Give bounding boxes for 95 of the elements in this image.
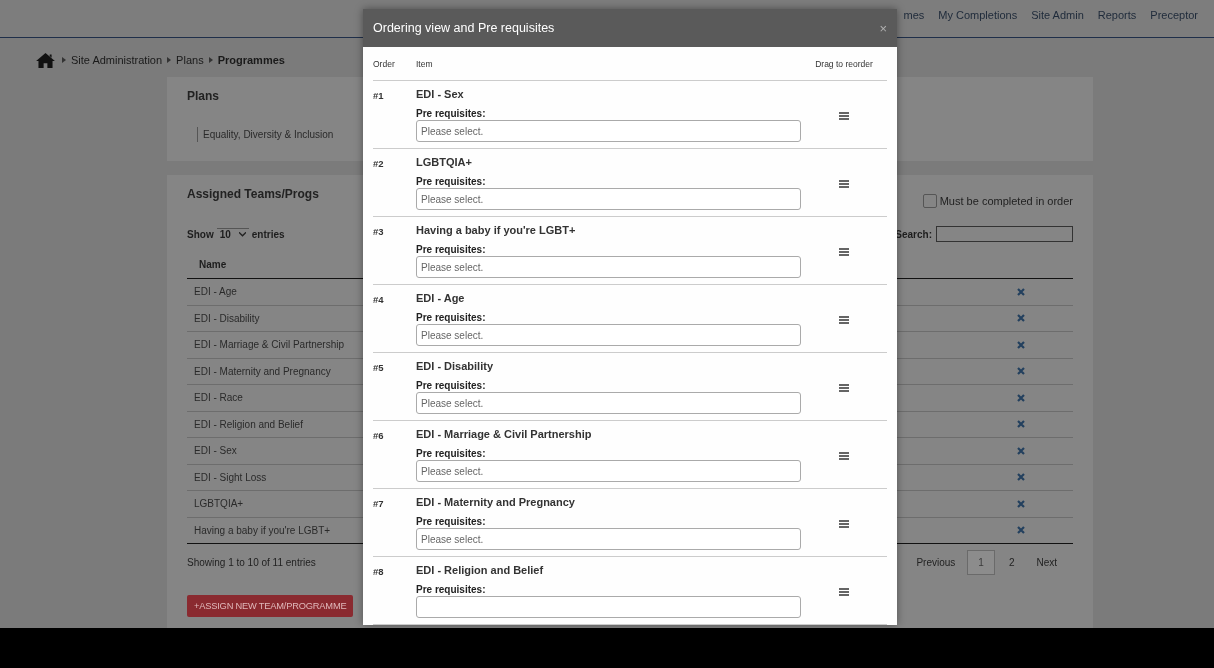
- drag-handle-icon[interactable]: [839, 384, 849, 392]
- prerequisites-field[interactable]: Please select.: [416, 256, 801, 278]
- column-header: Item: [416, 58, 434, 69]
- table-cell-text: EDI - Sight Loss: [193, 471, 267, 483]
- breadcrumb-link[interactable]: Plans: [176, 54, 204, 66]
- drag-handle-icon[interactable]: [839, 180, 849, 188]
- card-title: Assigned Teams/Progs: [187, 187, 319, 201]
- checkbox-label: Must be completed in order: [939, 195, 1073, 207]
- delete-icon[interactable]: [1017, 367, 1025, 376]
- delete-icon[interactable]: [1017, 499, 1025, 508]
- item-title: EDI - Marriage & Civil Partnership: [416, 428, 592, 440]
- page-button[interactable]: 2: [998, 551, 1025, 574]
- field-label: Pre requisites:: [416, 516, 486, 527]
- prerequisites-field[interactable]: Please select.: [416, 120, 801, 142]
- prerequisites-field[interactable]: Please select.: [416, 460, 801, 482]
- item-title: EDI - Age: [416, 292, 465, 304]
- delete-icon[interactable]: [1017, 287, 1025, 296]
- delete-icon[interactable]: [1017, 420, 1025, 429]
- previous-page-button[interactable]: Previous: [908, 551, 964, 574]
- nav-link[interactable]: Reports: [1097, 8, 1137, 29]
- breadcrumb-link[interactable]: Site Administration: [71, 54, 163, 66]
- field-label: Pre requisites:: [416, 312, 486, 323]
- order-number: #6: [373, 429, 385, 443]
- column-header[interactable]: Name: [199, 258, 227, 270]
- assign-button[interactable]: +ASSIGN NEW TEAM/PROGRAMME: [187, 595, 354, 617]
- search-label: Search:: [895, 228, 932, 240]
- prerequisites-field[interactable]: Please select.: [416, 188, 801, 210]
- caret-icon: [238, 232, 246, 237]
- delete-icon[interactable]: [1017, 314, 1025, 323]
- item-title: EDI - Sex: [416, 88, 464, 100]
- field-label: Pre requisites:: [416, 584, 486, 595]
- home-icon[interactable]: [36, 52, 55, 68]
- prerequisites-field[interactable]: Please select.: [416, 392, 801, 414]
- chevron-icon: [62, 57, 66, 63]
- drag-handle-icon[interactable]: [839, 112, 849, 120]
- item-title: EDI - Disability: [416, 360, 494, 372]
- table-cell-text: EDI - Maternity and Pregnancy: [193, 365, 331, 377]
- table-info: Showing 1 to 10 of 11 entries: [187, 557, 316, 568]
- order-number: #7: [373, 497, 385, 511]
- field-label: Pre requisites:: [416, 108, 486, 119]
- order-number: #4: [373, 293, 385, 307]
- checkbox[interactable]: [922, 194, 937, 208]
- nav-link[interactable]: My Completions: [938, 8, 1018, 29]
- nav-link[interactable]: mes: [903, 8, 925, 29]
- order-number: #1: [373, 89, 385, 103]
- card-title: Plans: [187, 89, 219, 103]
- prerequisites-field[interactable]: Please select.: [416, 528, 801, 550]
- drag-handle-icon[interactable]: [839, 452, 849, 460]
- item-title: EDI - Religion and Belief: [416, 564, 544, 576]
- drag-handle-icon[interactable]: [839, 316, 849, 324]
- drag-handle-icon[interactable]: [839, 520, 849, 528]
- page-button[interactable]: 1: [967, 550, 995, 575]
- item-title: EDI - Maternity and Pregnancy: [416, 496, 575, 508]
- next-page-button[interactable]: Next: [1028, 551, 1065, 574]
- field-label: Pre requisites:: [416, 380, 486, 391]
- prerequisites-field[interactable]: [416, 596, 801, 618]
- chevron-icon: [208, 57, 213, 63]
- order-number: #3: [373, 225, 385, 239]
- prerequisites-field[interactable]: Please select.: [416, 324, 801, 346]
- order-number: #2: [373, 157, 385, 171]
- table-cell-text: EDI - Religion and Belief: [193, 418, 303, 430]
- field-label: Pre requisites:: [416, 244, 486, 255]
- table-cell-text: EDI - Age: [193, 286, 237, 298]
- table-cell-text: EDI - Sex: [193, 445, 237, 457]
- delete-icon[interactable]: [1017, 446, 1025, 455]
- column-header: Order: [373, 58, 396, 69]
- table-cell-text: EDI - Marriage & Civil Partnership: [193, 339, 345, 351]
- page-size-select[interactable]: 10: [216, 228, 249, 240]
- table-cell-text: LGBTQIA+: [193, 498, 244, 510]
- modal-title: Ordering view and Pre requisites: [373, 21, 555, 35]
- chevron-icon: [167, 57, 172, 63]
- breadcrumb-link[interactable]: Programmes: [217, 54, 285, 66]
- item-title: LGBTQIA+: [416, 156, 472, 168]
- item-title: Having a baby if you're LGBT+: [416, 224, 576, 236]
- search-field[interactable]: [936, 226, 1073, 242]
- table-cell-text: EDI - Race: [193, 392, 243, 404]
- delete-icon[interactable]: [1017, 526, 1025, 535]
- field-label: Pre requisites:: [416, 448, 486, 459]
- length-label: entries: [251, 228, 285, 240]
- length-label: Show: [187, 228, 214, 240]
- table-cell-text: EDI - Disability: [193, 312, 260, 324]
- delete-icon[interactable]: [1017, 473, 1025, 482]
- close-button[interactable]: ×: [879, 20, 887, 36]
- column-header: Drag to reorder: [815, 58, 873, 69]
- delete-icon[interactable]: [1017, 393, 1025, 402]
- order-number: #8: [373, 565, 385, 579]
- order-number: #5: [373, 361, 385, 375]
- nav-link[interactable]: Site Admin: [1031, 8, 1084, 29]
- delete-icon[interactable]: [1017, 340, 1025, 349]
- table-cell-text: Having a baby if you're LGBT+: [193, 524, 331, 536]
- plan-tag[interactable]: Equality, Diversity & Inclusion: [197, 127, 340, 142]
- drag-handle-icon[interactable]: [839, 248, 849, 256]
- nav-link[interactable]: Preceptor: [1150, 8, 1198, 29]
- drag-handle-icon[interactable]: [839, 588, 849, 596]
- field-label: Pre requisites:: [416, 176, 486, 187]
